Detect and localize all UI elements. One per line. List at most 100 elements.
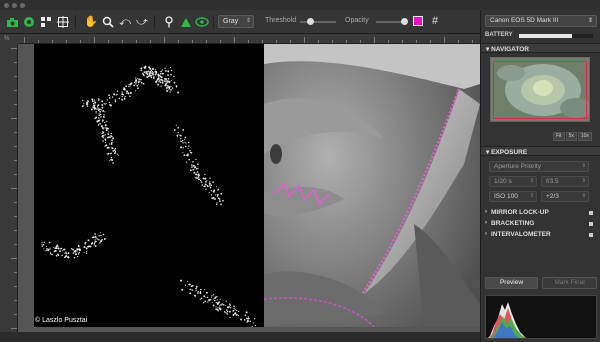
display-mode-select[interactable]: Gray ⇕ [218, 15, 254, 28]
preview-button[interactable]: Preview [485, 277, 538, 289]
zoom-buttons: Fit 5x 10x [553, 132, 592, 141]
ruler-tick [24, 37, 25, 43]
minimize-window-button[interactable] [12, 3, 17, 8]
zoom-5x-button[interactable]: 5x [565, 132, 577, 141]
ruler-tick [234, 37, 235, 43]
rotate-left-icon[interactable]: ⤺ [118, 15, 132, 29]
ruler-tick [430, 40, 431, 43]
ruler-tick [248, 40, 249, 43]
section-toggle-icon[interactable] [589, 211, 593, 215]
ruler-tick [14, 160, 17, 161]
ruler-tick [14, 174, 17, 175]
camera-green-icon[interactable] [5, 15, 19, 29]
ruler-tick [38, 40, 39, 43]
navigator-thumbnail[interactable] [490, 57, 590, 122]
ruler-top [18, 34, 480, 44]
ruler-tick [346, 40, 347, 43]
opacity-slider-knob[interactable] [401, 18, 409, 25]
bracketing-label: BRACKETING [491, 220, 535, 227]
battery-meter [519, 34, 593, 38]
mountain-icon[interactable] [179, 15, 193, 29]
ruler-tick [178, 40, 179, 43]
exposure-mode-select[interactable]: Aperture Priority ⇕ [489, 161, 589, 172]
ruler-tick [14, 202, 17, 203]
ruler-tick [14, 300, 17, 301]
histogram [485, 295, 597, 339]
mirror-lockup-row[interactable]: › MIRROR LOCK-UP [485, 209, 597, 219]
chevron-updown-icon: ⇕ [587, 18, 593, 24]
close-window-button[interactable] [4, 3, 9, 8]
aperture-select[interactable]: f/3.5 ⇕ [541, 176, 589, 187]
ruler-tick [14, 90, 17, 91]
battery-meter-fill [519, 34, 573, 38]
threshold-slider-knob[interactable] [307, 18, 315, 25]
bracketing-row[interactable]: › BRACKETING [485, 220, 597, 230]
ruler-tick [11, 258, 17, 259]
navigator-view-frame[interactable] [493, 61, 587, 119]
focus-stack-icon[interactable] [39, 15, 53, 29]
chevron-updown-icon: ⇕ [581, 178, 586, 184]
pin-icon[interactable] [162, 15, 176, 29]
camera-select[interactable]: Canon EOS 5D Mark III ⇕ [485, 15, 597, 27]
right-panel: Canon EOS 5D Mark III ⇕ BATTERY ▾ NAVIGA… [480, 10, 600, 342]
navigator-title: NAVIGATOR [491, 46, 529, 53]
toolbar-separator [154, 15, 155, 29]
rotate-right-icon[interactable]: ⤻ [135, 15, 149, 29]
grid-icon[interactable]: # [432, 15, 438, 27]
focus-peaking-view [34, 44, 264, 327]
ruler-tick [14, 104, 17, 105]
ruler-tick [14, 216, 17, 217]
ruler-tick [290, 40, 291, 43]
display-mode-value: Gray [223, 18, 239, 25]
zoom-window-button[interactable] [20, 3, 25, 8]
ruler-tick [14, 62, 17, 63]
mirror-lockup-label: MIRROR LOCK-UP [491, 209, 549, 216]
intervalometer-label: INTERVALOMETER [491, 231, 551, 238]
threshold-slider[interactable] [300, 18, 336, 25]
iso-select[interactable]: ISO 100 ⇕ [489, 191, 537, 202]
ruler-tick [374, 37, 375, 43]
shutter-speed-select[interactable]: 1/20 s ⇕ [489, 176, 537, 187]
ruler-unit-label: % [4, 36, 10, 42]
ruler-tick [122, 40, 123, 43]
ruler-tick [192, 40, 193, 43]
ruler-tick [11, 48, 17, 49]
ruler-tick [14, 76, 17, 77]
hand-icon[interactable]: ✋ [84, 15, 98, 29]
magnifier-icon[interactable] [101, 15, 115, 29]
ruler-tick [14, 272, 17, 273]
image-canvas[interactable] [18, 44, 480, 332]
zoom-fit-button[interactable]: Fit [553, 132, 565, 141]
ruler-tick [220, 40, 221, 43]
mark-final-button[interactable]: Mark Final [542, 277, 597, 289]
aperture-value: f/3.5 [546, 178, 559, 185]
overlay-color-swatch[interactable] [413, 16, 423, 26]
opacity-slider[interactable] [376, 18, 409, 25]
ruler-tick [66, 40, 67, 43]
ruler-left [0, 44, 18, 332]
section-toggle-icon[interactable] [589, 233, 593, 237]
ruler-tick [150, 40, 151, 43]
chevron-right-icon: › [485, 220, 487, 226]
navigator-header[interactable]: ▾ NAVIGATOR [481, 43, 600, 53]
chevron-right-icon: › [485, 231, 487, 237]
ruler-tick [14, 230, 17, 231]
crop-icon[interactable] [56, 15, 70, 29]
ruler-tick [80, 40, 81, 43]
ruler-tick [108, 40, 109, 43]
opacity-label: Opacity [345, 17, 369, 24]
section-toggle-icon[interactable] [589, 222, 593, 226]
zoom-10x-button[interactable]: 10x [577, 132, 592, 141]
chevron-updown-icon: ⇕ [581, 163, 586, 169]
exposure-compensation-select[interactable]: +2/3 ⇕ [541, 191, 589, 202]
intervalometer-row[interactable]: › INTERVALOMETER [485, 231, 597, 241]
live-view-icon[interactable] [22, 15, 36, 29]
ruler-tick [206, 40, 207, 43]
ruler-tick [458, 40, 459, 43]
exposure-header[interactable]: ▾ EXPOSURE [481, 146, 600, 156]
exposure-mode-value: Aperture Priority [494, 163, 541, 170]
eye-icon[interactable] [195, 15, 209, 29]
title-bar [0, 0, 600, 10]
chevron-updown-icon: ⇕ [245, 18, 251, 24]
ruler-tick [11, 188, 17, 189]
